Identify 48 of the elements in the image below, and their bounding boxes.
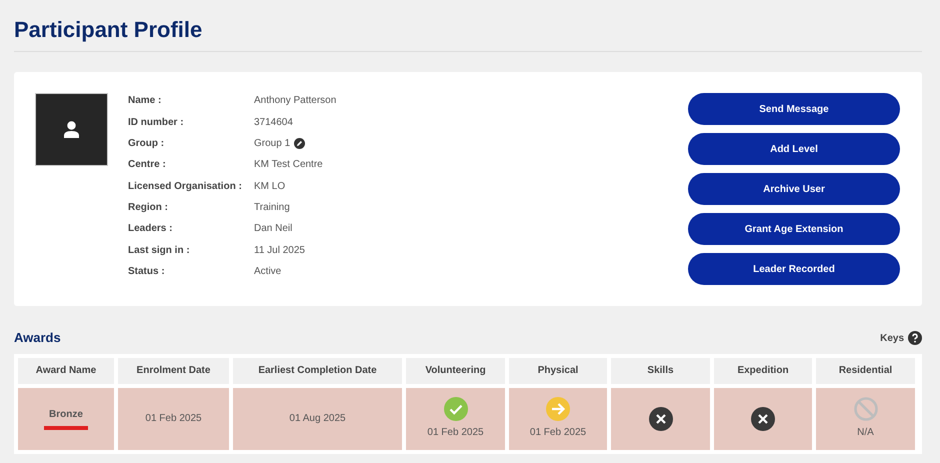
column-header: Expedition	[714, 358, 812, 384]
column-header: Physical	[509, 358, 607, 384]
action-button[interactable]: Send Message	[688, 93, 900, 126]
field-label: Centre :	[128, 158, 167, 172]
field-value: Dan Neil	[254, 222, 292, 236]
field-value: KM Test Centre	[254, 158, 323, 172]
field-label: Region :	[128, 201, 169, 216]
close-icon	[751, 406, 775, 431]
field-label: Licensed Organisation :	[128, 180, 243, 194]
field-value: 11 Jul 2025	[254, 244, 305, 258]
field-value: Training	[254, 201, 290, 216]
column-header: Residential	[816, 358, 915, 384]
column-header: Skills	[611, 358, 710, 384]
action-button[interactable]: Grant Age Extension	[688, 213, 900, 246]
column-header: Volunteering	[406, 358, 505, 384]
page-title: Participant Profile	[14, 16, 204, 44]
keys-link[interactable]: Keys	[880, 330, 904, 346]
column-header: Award Name	[18, 358, 114, 384]
column-header: Earliest Completion Date	[233, 358, 402, 384]
close-icon	[648, 406, 672, 431]
field-value: Active	[254, 265, 282, 280]
action-button[interactable]: Archive User	[688, 173, 900, 206]
field-value: Anthony Patterson	[254, 94, 336, 108]
field-label: Leaders :	[128, 222, 174, 236]
status-date: 01 Feb 2025	[427, 426, 484, 440]
field-label: ID number :	[128, 116, 185, 130]
award-name: Bronze	[49, 408, 83, 422]
field-label: Name :	[128, 94, 162, 108]
field-label: Status :	[128, 265, 166, 280]
section-title: Awards	[14, 329, 61, 348]
prohibited-icon	[854, 397, 878, 422]
field-label: Group :	[128, 137, 166, 152]
field-value: 3714604	[254, 116, 293, 130]
user-icon	[64, 121, 79, 138]
field-value: Group 1	[254, 137, 290, 152]
action-button[interactable]: Leader Recorded	[688, 253, 900, 286]
arrow-right-icon	[546, 397, 570, 422]
status-date: N/A	[857, 426, 874, 440]
field-value: KM LO	[254, 180, 286, 194]
complete-check-icon	[444, 397, 468, 422]
table-cell: 01 Aug 2025	[233, 388, 402, 450]
field-label: Last sign in :	[128, 244, 191, 258]
action-button[interactable]: Add Level	[688, 133, 900, 166]
help-icon[interactable]	[908, 331, 922, 346]
status-date: 01 Feb 2025	[530, 426, 586, 440]
table-cell: 01 Feb 2025	[118, 388, 229, 450]
edit-icon[interactable]	[294, 138, 306, 150]
column-header: Enrolment Date	[118, 358, 229, 384]
